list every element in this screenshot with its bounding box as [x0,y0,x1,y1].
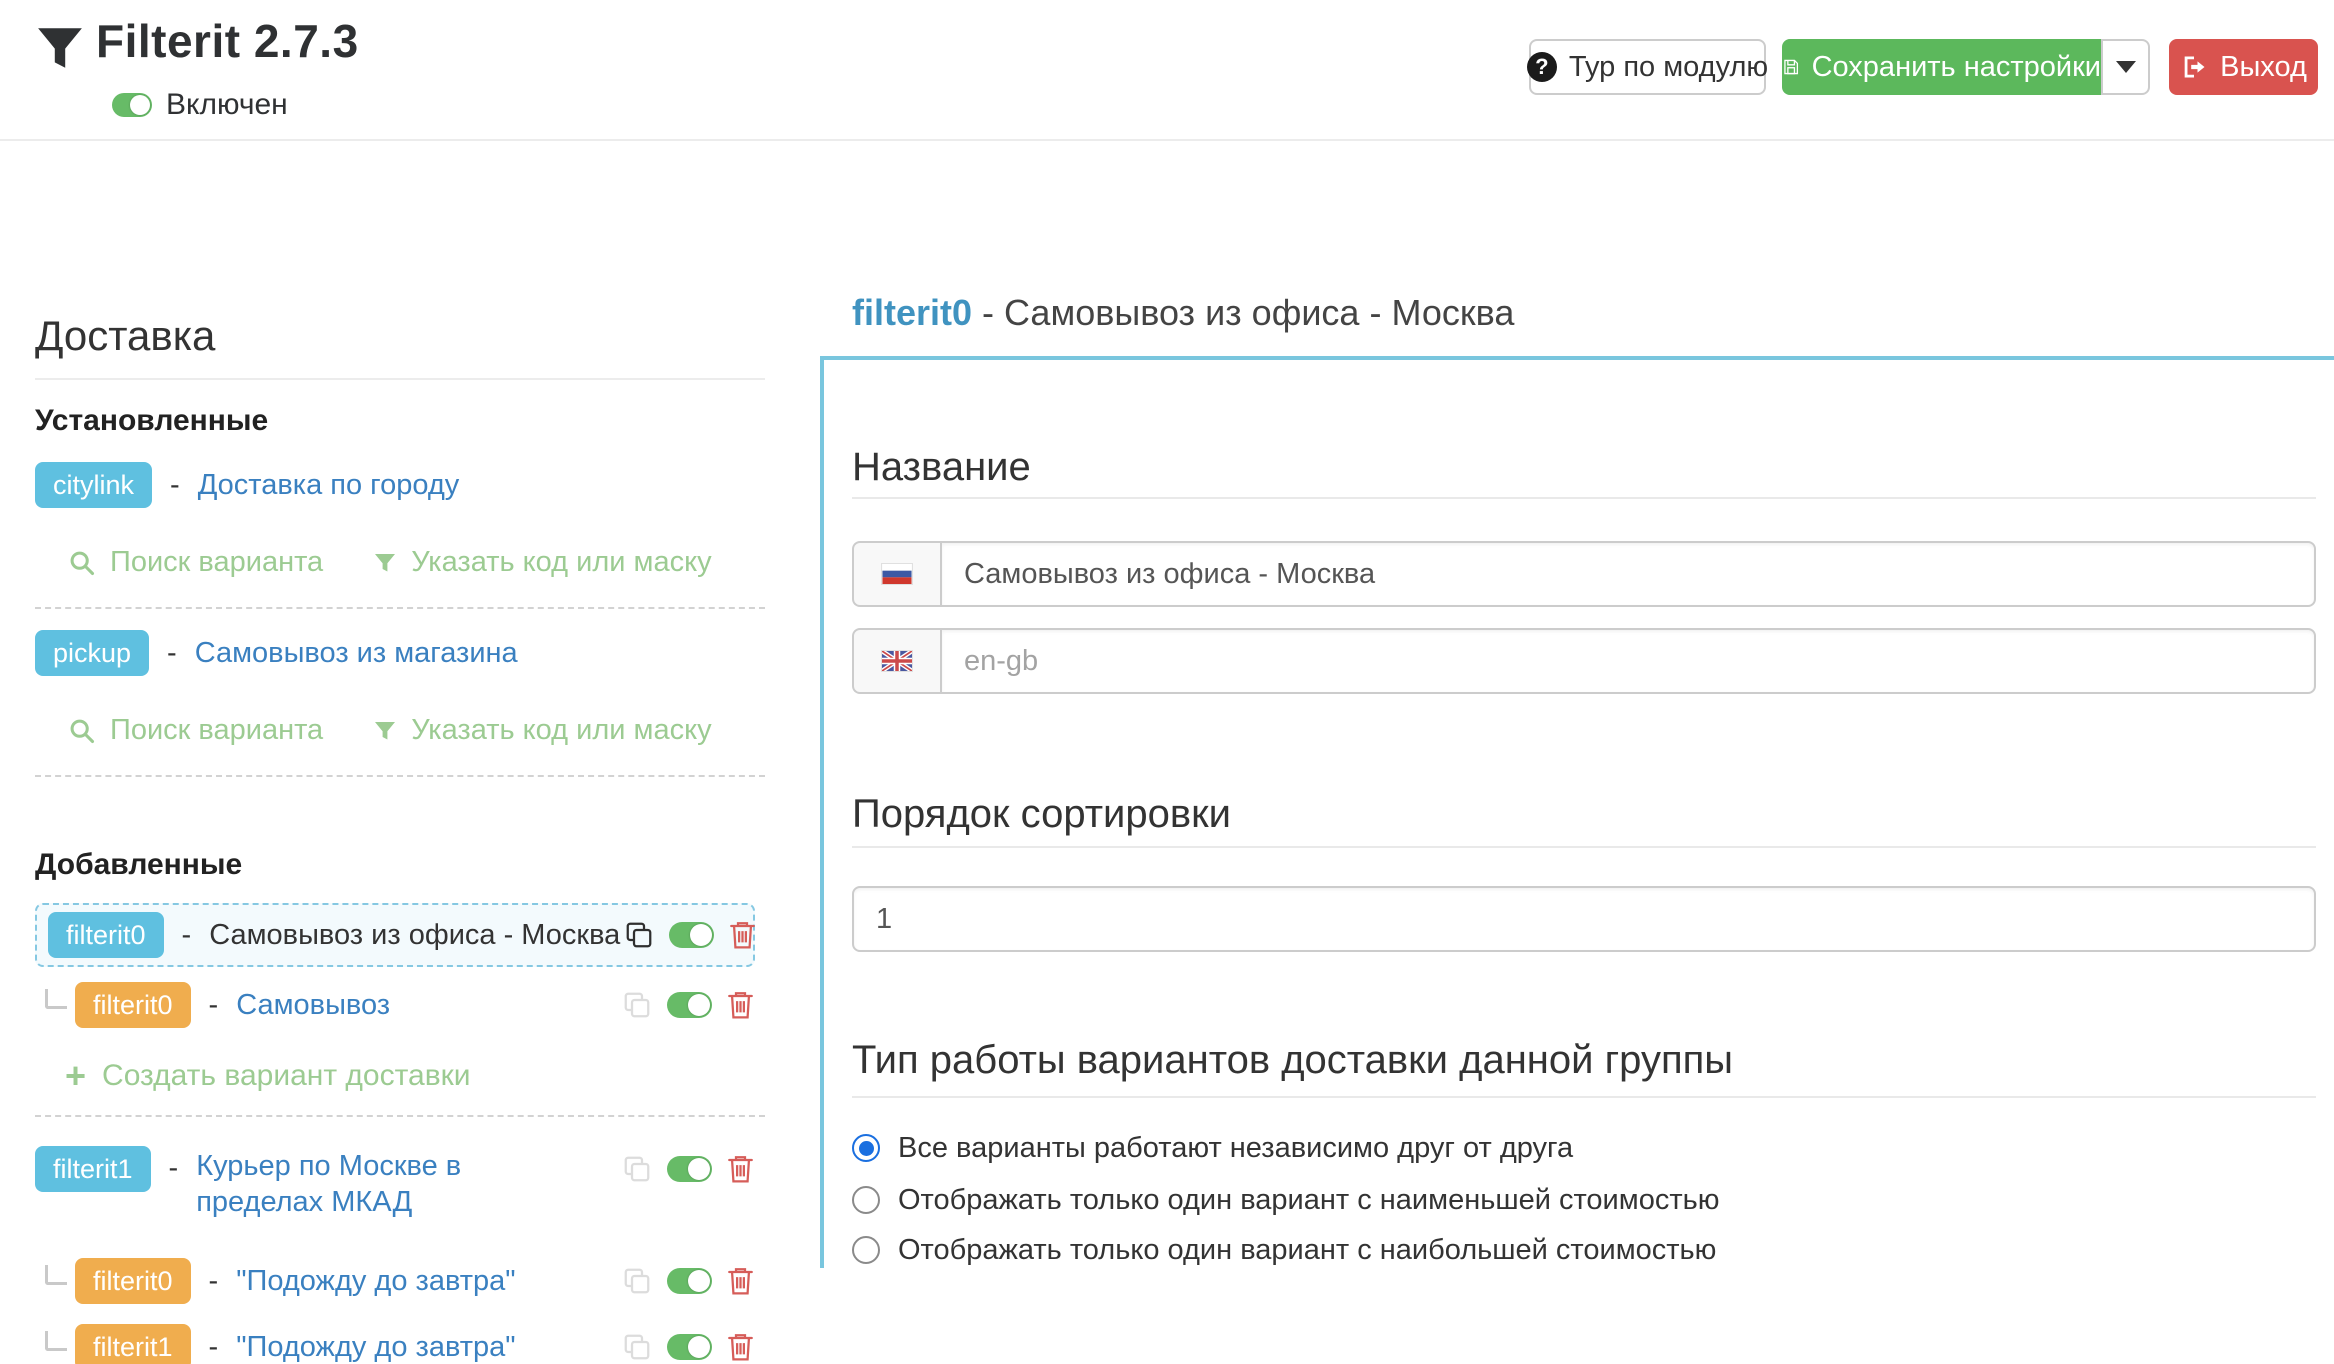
copy-icon[interactable] [622,1266,652,1296]
panel-heading-name: - Самовывоз из офиса - Москва [972,292,1514,333]
added-heading: Добавленные [35,848,242,882]
search-variant-link[interactable]: Поиск варианта [68,546,323,579]
trash-icon[interactable] [727,990,754,1020]
sort-section-heading: Порядок сортировки [852,792,1231,837]
panel-top-border [820,356,2334,360]
filter-small-icon [373,719,397,743]
gb-flag-addon [852,628,940,694]
question-circle-icon: ? [1527,52,1557,82]
separator [35,1115,765,1117]
sort-order-input[interactable] [852,886,2316,952]
variant-name-link[interactable]: "Подожду до завтра" [236,1331,515,1364]
added-variant-row: filterit0 - "Подожду до завтра" [35,1256,765,1306]
enable-toggle[interactable] [669,922,714,948]
trash-icon[interactable] [727,1266,754,1296]
added-variant-row: filterit0 - Самовывоз [35,980,765,1030]
name-section-heading: Название [852,445,1031,490]
variant-name-link[interactable]: Самовывоз [236,989,390,1022]
copy-icon[interactable] [622,1332,652,1362]
tree-elbow-icon [45,1265,67,1285]
group-name-link[interactable]: Курьер по Москве в пределах МКАД [196,1148,576,1220]
copy-icon[interactable] [624,920,654,950]
name-ru-input-group [852,541,2316,607]
added-group-filterit0-selected[interactable]: filterit0 - Самовывоз из офиса - Москва [35,903,755,967]
separator [35,775,765,777]
save-settings-button[interactable]: Сохранить настройки [1782,39,2101,95]
enable-toggle[interactable] [667,992,712,1018]
trash-icon[interactable] [729,920,756,950]
panel-left-border [820,356,824,1268]
tour-button[interactable]: ? Тур по модулю [1529,39,1766,95]
enable-toggle[interactable] [667,1334,712,1360]
tree-elbow-icon [45,989,67,1009]
radio-unselected[interactable] [852,1236,880,1264]
shipping-code-badge: pickup [35,630,149,676]
shipping-name-link[interactable]: Самовывоз из магазина [195,637,518,670]
save-icon [1782,53,1800,81]
gb-flag-icon [881,650,913,672]
ru-flag-icon [881,563,913,585]
installed-row-pickup: pickup - Самовывоз из магазина [35,630,765,676]
panel-heading: filterit0 - Самовывоз из офиса - Москва [852,292,1514,334]
plus-icon: + [65,1058,86,1094]
chevron-down-icon [2116,61,2136,73]
group-name: Самовывоз из офиса - Москва [209,919,620,952]
added-variant-row: filterit1 - "Подожду до завтра" [35,1322,765,1364]
option-most-expensive: Отображать только один вариант с наиболь… [852,1230,1716,1270]
save-dropdown-button[interactable] [2101,39,2150,95]
search-variant-link[interactable]: Поиск варианта [68,714,323,747]
shipping-code-badge: filterit0 [48,912,164,958]
pickup-actions: Поиск варианта Указать код или маску [35,714,765,747]
exit-button[interactable]: Выход [2169,39,2318,95]
type-section-heading: Тип работы вариантов доставки данной гру… [852,1038,1733,1083]
ru-flag-addon [852,541,940,607]
tree-elbow-icon [45,1331,67,1351]
radio-unselected[interactable] [852,1186,880,1214]
section-divider [852,1096,2316,1098]
variant-code-badge: filterit0 [75,982,191,1028]
search-icon [68,717,96,745]
option-cheapest: Отображать только один вариант с наимень… [852,1180,1719,1220]
copy-icon[interactable] [622,1154,652,1184]
filter-small-icon [373,551,397,575]
shipping-code-badge: citylink [35,462,152,508]
sidebar-title: Доставка [35,312,765,380]
citylink-actions: Поиск варианта Указать код или маску [35,546,765,579]
filterit-module-page: Filterit 2.7.3 Включен ? Тур по модулю С… [0,0,2334,1364]
shipping-name-link[interactable]: Доставка по городу [198,469,460,502]
variant-code-badge: filterit0 [75,1258,191,1304]
code-mask-link[interactable]: Указать код или маску [373,546,711,579]
name-ru-input[interactable] [940,541,2316,607]
sign-out-icon [2180,53,2208,81]
added-group-filterit1: filterit1 - Курьер по Москве в пределах … [35,1146,765,1220]
name-en-input[interactable] [940,628,2316,694]
enable-toggle[interactable] [667,1156,712,1182]
enable-toggle[interactable] [667,1268,712,1294]
radio-selected[interactable] [852,1134,880,1162]
trash-icon[interactable] [727,1154,754,1184]
shipping-sidebar: Доставка Установленные citylink - Достав… [35,0,765,1364]
create-variant-link[interactable]: + Создать вариант доставки [65,1058,471,1094]
separator [35,607,765,609]
trash-icon[interactable] [727,1332,754,1362]
option-independent: Все варианты работают независимо друг от… [852,1128,1573,1168]
variant-name-link[interactable]: "Подожду до завтра" [236,1265,515,1298]
variant-code-badge: filterit1 [75,1324,191,1364]
installed-row-citylink: citylink - Доставка по городу [35,462,765,508]
name-en-input-group [852,628,2316,694]
section-divider [852,846,2316,848]
installed-heading: Установленные [35,404,268,438]
copy-icon[interactable] [622,990,652,1020]
search-icon [68,549,96,577]
section-divider [852,497,2316,499]
panel-heading-code: filterit0 [852,292,972,333]
code-mask-link[interactable]: Указать код или маску [373,714,711,747]
shipping-code-badge: filterit1 [35,1146,151,1192]
